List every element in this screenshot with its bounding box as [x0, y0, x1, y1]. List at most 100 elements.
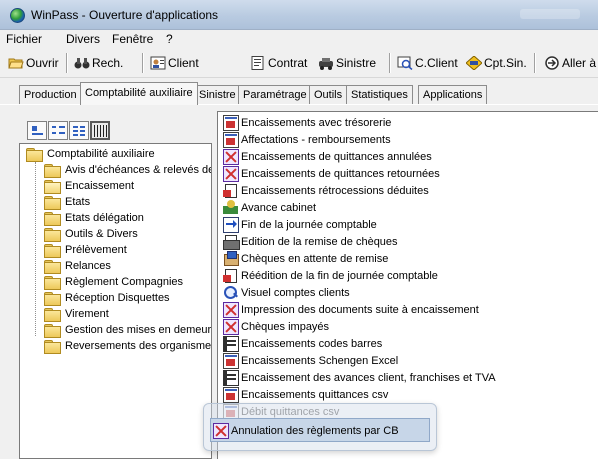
claim-account-icon	[465, 55, 483, 71]
tab-parametrage[interactable]: Paramétrage	[238, 85, 312, 104]
account-client-button[interactable]: C.Client	[397, 54, 458, 72]
list-item-label: Fin de la journée comptable	[241, 218, 377, 231]
tree-item-avis-echeances[interactable]: Avis d'échéances & relevés de	[44, 162, 212, 178]
list-item[interactable]: Encaissements de quittances retournées	[223, 165, 440, 182]
highlighted-list-item[interactable]: Annulation des règlements par CB	[210, 418, 430, 442]
menu-fenetre[interactable]: Fenêtre	[112, 32, 153, 46]
list-item[interactable]: Encaissement des avances client, franchi…	[223, 369, 496, 386]
list-item-label: Encaissement des avances client, franchi…	[241, 371, 496, 384]
folder-icon	[44, 244, 61, 258]
folder-icon	[44, 276, 61, 290]
folder-icon	[44, 340, 61, 354]
menu-bar: Fichier Divers Fenêtre ?	[0, 30, 598, 48]
frame-icon	[223, 352, 239, 369]
list-item-label: Réédition de la fin de journée comptable	[241, 269, 438, 282]
title-bar-blur	[520, 9, 580, 19]
toolbar-separator	[142, 53, 144, 73]
menu-help[interactable]: ?	[166, 32, 173, 46]
search-button-label: Rech.	[92, 56, 124, 70]
list-item[interactable]: Encaissements de quittances annulées	[223, 148, 432, 165]
open-button[interactable]: Ouvrir	[8, 54, 59, 72]
tab-applications[interactable]: Applications	[418, 85, 488, 104]
contract-button[interactable]: Contrat	[250, 54, 307, 72]
folder-icon	[44, 164, 61, 178]
app-globe-icon	[10, 8, 25, 23]
printer-icon	[223, 234, 240, 250]
document-red-icon	[223, 268, 239, 284]
tab-comptabilite-auxiliaire[interactable]: Comptabilité auxiliaire	[80, 82, 198, 105]
window-title: WinPass - Ouverture d'applications	[31, 8, 219, 22]
list-item-label: Encaissements Schengen Excel	[241, 354, 399, 367]
folder-icon	[26, 148, 43, 162]
tree-connector	[35, 162, 36, 336]
tree-item-prelevement[interactable]: Prélèvement	[44, 242, 127, 258]
menu-fichier[interactable]: Fichier	[6, 32, 42, 46]
tree-item-reglement-compagnies[interactable]: Règlement Compagnies	[44, 274, 183, 290]
large-icons-view-button[interactable]	[27, 121, 47, 140]
list-item[interactable]: Visuel comptes clients	[223, 284, 350, 301]
list-item[interactable]: Réédition de la fin de journée comptable	[223, 267, 438, 284]
account-client-icon	[397, 56, 413, 71]
list-item[interactable]: Avance cabinet	[223, 199, 316, 216]
view-mode-buttons	[27, 121, 111, 140]
tree-item-reversements-organismes[interactable]: Reversements des organismes	[44, 338, 211, 354]
list-view-button[interactable]	[69, 121, 89, 140]
magnifier-icon	[223, 285, 239, 301]
list-item-label: Affectations - remboursements	[241, 133, 391, 146]
tab-outils[interactable]: Outils	[309, 85, 348, 104]
tree-item-etats[interactable]: Etats	[44, 194, 90, 210]
stack-icon	[223, 250, 239, 267]
tab-statistiques[interactable]: Statistiques	[346, 85, 413, 104]
cancel-cross-icon	[223, 318, 239, 335]
grid-icon	[223, 369, 239, 386]
toolbar-separator	[66, 53, 68, 73]
list-item[interactable]: Fin de la journée comptable	[223, 216, 377, 233]
list-item[interactable]: Chèques impayés	[223, 318, 329, 335]
list-item[interactable]: Affectations - remboursements	[223, 131, 391, 148]
tree-item-label: Outils & Divers	[65, 228, 138, 240]
small-icons-view-button[interactable]	[48, 121, 68, 140]
tree-item-virement[interactable]: Virement	[44, 306, 109, 322]
tab-sinistre[interactable]: Sinistre	[194, 85, 241, 104]
tree-item-outils-divers[interactable]: Outils & Divers	[44, 226, 138, 242]
tree-item-encaissement[interactable]: Encaissement	[44, 178, 134, 194]
folder-icon	[44, 196, 61, 210]
list-item[interactable]: Encaissements avec trésorerie	[223, 114, 391, 131]
cancel-cross-icon	[213, 422, 229, 439]
list-item[interactable]: Encaissements Schengen Excel	[223, 352, 398, 369]
tree-item-label: Virement	[65, 308, 109, 320]
list-item[interactable]: Encaissements codes barres	[223, 335, 382, 352]
list-item-label: Encaissements quittances csv	[241, 388, 389, 401]
binoculars-icon	[74, 56, 90, 70]
details-view-button[interactable]	[90, 121, 110, 140]
tree-item-etats-delegation[interactable]: Etats délégation	[44, 210, 144, 226]
list-item[interactable]: Impression des documents suite à encaiss…	[223, 301, 479, 318]
claim-account-button[interactable]: Cpt.Sin.	[465, 54, 527, 72]
tree-root-item[interactable]: Comptabilité auxiliaire	[26, 146, 155, 162]
open-folder-icon	[44, 180, 61, 194]
contract-icon	[250, 56, 265, 70]
list-item[interactable]: Edition de la remise de chèques	[223, 233, 398, 250]
list-item-label: Visuel comptes clients	[241, 286, 350, 299]
client-button[interactable]: Client	[150, 54, 199, 72]
claim-button[interactable]: Sinistre	[318, 54, 376, 72]
tab-production[interactable]: Production	[19, 85, 82, 104]
list-item[interactable]: Chèques en attente de remise	[223, 250, 388, 267]
tree-item-label: Avis d'échéances & relevés de	[65, 164, 212, 176]
list-item-label: Encaissements rétrocessions déduites	[241, 184, 429, 197]
goto-button[interactable]: Aller à	[544, 54, 596, 72]
list-item[interactable]: Annulation des règlements par CB	[213, 422, 399, 439]
tree-item-label: Règlement Compagnies	[65, 276, 184, 288]
title-bar: WinPass - Ouverture d'applications	[0, 0, 598, 30]
tree-item-reception-disquettes[interactable]: Réception Disquettes	[44, 290, 170, 306]
menu-divers[interactable]: Divers	[66, 32, 100, 46]
list-item[interactable]: Encaissements rétrocessions déduites	[223, 182, 429, 199]
category-tree[interactable]: Comptabilité auxiliaire Avis d'échéances…	[19, 143, 212, 459]
tree-item-relances[interactable]: Relances	[44, 258, 111, 274]
tree-item-gestion-mises-demeure[interactable]: Gestion des mises en demeure	[44, 322, 211, 338]
frame-icon	[223, 131, 239, 148]
search-button[interactable]: Rech.	[74, 54, 123, 72]
list-item-label: Encaissements de quittances annulées	[241, 150, 432, 163]
list-item[interactable]: Encaissements quittances csv	[223, 386, 388, 403]
toolbar-separator	[389, 53, 391, 73]
